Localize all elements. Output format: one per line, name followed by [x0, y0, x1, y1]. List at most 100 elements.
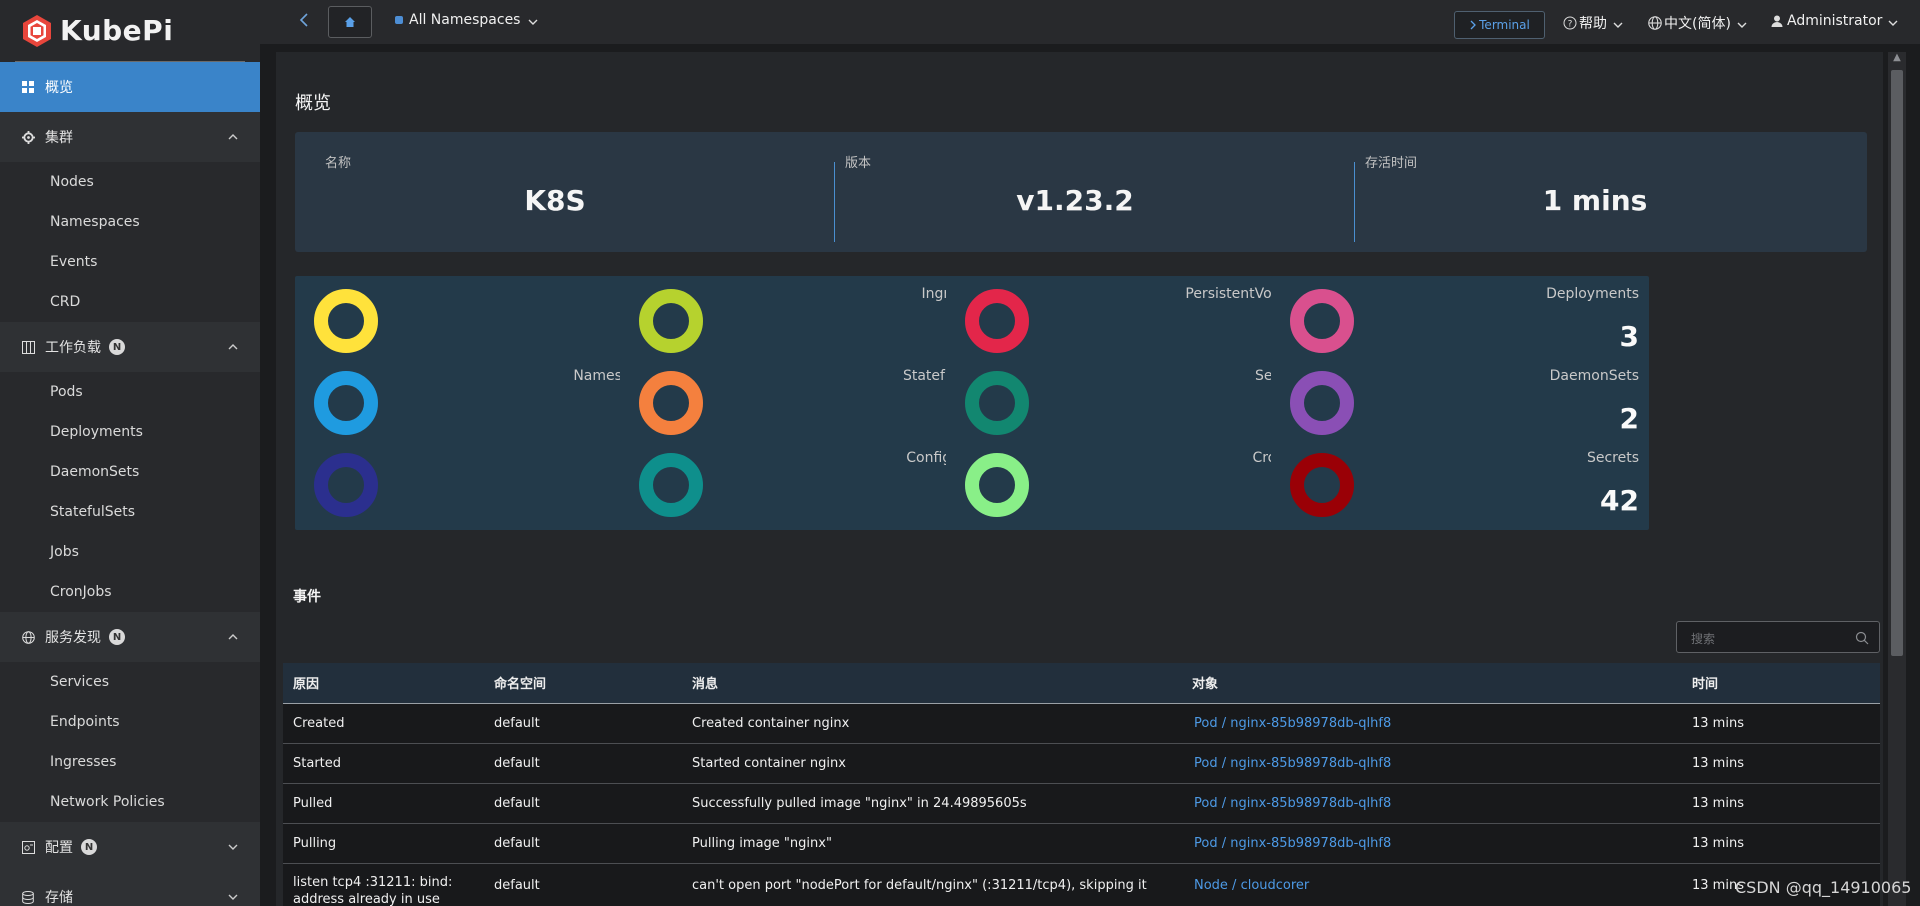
sidebar-item-services[interactable]: Services [0, 662, 260, 702]
top-header: All Namespaces Terminal ? 帮助 中文(简体) Admi… [260, 0, 1920, 44]
sidebar-item-cronjobs[interactable]: CronJobs [0, 572, 260, 612]
logo[interactable]: KubePi [15, 0, 245, 62]
sidebar-item-deployments[interactable]: Deployments [0, 412, 260, 452]
collapse-sidebar-button[interactable] [298, 12, 314, 32]
sidebar-group-label: 服务发现 [45, 630, 101, 646]
stat-value: 42 [1600, 484, 1639, 517]
stat-card-services[interactable]: Services3 [946, 358, 1324, 448]
config-icon [21, 840, 35, 854]
cluster-uptime-cell: 存活时间 1 mins [1335, 132, 1855, 252]
sidebar-group-header-cluster[interactable]: 集群 [0, 112, 260, 162]
globe-icon [21, 630, 35, 644]
sidebar-item-nodes[interactable]: Nodes [0, 162, 260, 202]
main-content: 概览 名称 K8S 版本 v1.23.2 存活时间 1 mins Nodes2I… [276, 52, 1883, 906]
sidebar-item-statefulsets[interactable]: StatefulSets [0, 492, 260, 532]
table-header-row: 原因 命名空间 消息 对象 时间 [283, 663, 1880, 704]
chevron-up-icon [228, 340, 238, 350]
sidebar-item-label: 概览 [45, 80, 73, 96]
stat-card-statefulsets[interactable]: StatefulSets0 [620, 358, 998, 448]
stat-card-nodes[interactable]: Nodes2 [295, 276, 673, 366]
events-search-input[interactable]: 搜索 [1676, 621, 1880, 653]
sidebar-item-network-policies[interactable]: Network Policies [0, 782, 260, 822]
object-link[interactable]: Pod / nginx-85b98978db-qlhf8 [1182, 703, 1682, 744]
chevron-up-icon [228, 130, 238, 140]
donut-ring-icon [965, 289, 1029, 353]
main-scrollbar-thumb[interactable] [1891, 70, 1903, 656]
cluster-name-label: 名称 [325, 156, 352, 171]
sidebar-item-namespaces[interactable]: Namespaces [0, 202, 260, 242]
stat-card-jobs[interactable]: Jobs0 [295, 440, 673, 530]
chevron-left-icon [299, 13, 308, 27]
object-link[interactable]: Pod / nginx-85b98978db-qlhf8 [1182, 823, 1682, 864]
stat-card-persistentvolumes[interactable]: PersistentVolumes0 [946, 276, 1324, 366]
language-menu[interactable]: 中文(简体) [1648, 13, 1747, 33]
object-link[interactable]: Pod / nginx-85b98978db-qlhf8 [1182, 743, 1682, 784]
question-circle-icon: ? [1563, 16, 1577, 30]
donut-ring-icon [1290, 453, 1354, 517]
reason-cell: Created [283, 703, 484, 744]
namespace-cell: default [484, 743, 682, 784]
stat-card-configmaps[interactable]: ConfigMaps11 [620, 440, 998, 530]
scroll-up-arrow-icon[interactable]: ▲ [1892, 52, 1902, 66]
sidebar-item-events[interactable]: Events [0, 242, 260, 282]
sidebar-item-overview[interactable]: 概览 [0, 62, 260, 112]
namespace-icon [395, 16, 403, 24]
namespace-selector[interactable]: All Namespaces [395, 12, 538, 28]
message-cell: Pulling image "nginx" [682, 823, 1182, 864]
donut-ring-icon [314, 289, 378, 353]
language-menu-label: 中文(简体) [1664, 16, 1731, 32]
terminal-button[interactable]: Terminal [1454, 11, 1545, 39]
column-header-time[interactable]: 时间 [1682, 663, 1880, 704]
stat-card-secrets[interactable]: Secrets 42 [1271, 440, 1649, 530]
sidebar-group-header-storage[interactable]: 存储 [0, 872, 260, 906]
stat-card-deployments[interactable]: Deployments 3 [1271, 276, 1649, 366]
home-button[interactable] [328, 6, 372, 38]
sidebar-group-workloads: 工作负载 N Pods Deployments DaemonSets State… [0, 322, 260, 612]
sidebar-item-ingresses[interactable]: Ingresses [0, 742, 260, 782]
reason-cell: Started [283, 743, 484, 784]
chevron-down-icon [528, 15, 538, 25]
object-link[interactable]: Node / cloudcorer [1182, 863, 1682, 906]
column-header-message[interactable]: 消息 [682, 663, 1182, 704]
sidebar-group-header-config[interactable]: 配置 N [0, 822, 260, 872]
search-placeholder: 搜索 [1691, 632, 1716, 646]
namespace-cell: default [484, 823, 682, 864]
sidebar-item-crd[interactable]: CRD [0, 282, 260, 322]
stat-card-cronjobs[interactable]: CronJobs0 [946, 440, 1324, 530]
column-header-namespace[interactable]: 命名空间 [484, 663, 682, 704]
logo-text: KubePi [60, 14, 174, 47]
reason-cell: Pulling [283, 823, 484, 864]
column-header-reason[interactable]: 原因 [283, 663, 484, 704]
message-cell: can't open port "nodePort for default/ng… [682, 863, 1182, 906]
sidebar-item-jobs[interactable]: Jobs [0, 532, 260, 572]
sidebar-item-daemonsets[interactable]: DaemonSets [0, 452, 260, 492]
sidebar-group-service-discovery: 服务发现 N Services Endpoints Ingresses Netw… [0, 612, 260, 822]
donut-ring-icon [965, 453, 1029, 517]
stat-value: 3 [1619, 320, 1639, 353]
sidebar-group-cluster: 集群 Nodes Namespaces Events CRD [0, 112, 260, 322]
globe-icon [1648, 16, 1662, 30]
time-cell: 13 mins [1682, 823, 1880, 864]
sidebar-item-pods[interactable]: Pods [0, 372, 260, 412]
user-icon [1771, 15, 1783, 27]
help-menu[interactable]: ? 帮助 [1563, 13, 1623, 33]
object-link[interactable]: Pod / nginx-85b98978db-qlhf8 [1182, 783, 1682, 824]
sidebar-item-endpoints[interactable]: Endpoints [0, 702, 260, 742]
cluster-version-value: v1.23.2 [1016, 184, 1134, 217]
stat-card-daemonsets[interactable]: DaemonSets 2 [1271, 358, 1649, 448]
user-menu[interactable]: Administrator [1771, 13, 1898, 29]
table-row: Started default Started container nginx Pod… [283, 743, 1880, 784]
donut-ring-icon [639, 453, 703, 517]
cluster-version-label: 版本 [845, 156, 872, 171]
column-header-object[interactable]: 对象 [1182, 663, 1682, 704]
donut-ring-icon [1290, 371, 1354, 435]
stat-card-namespaces[interactable]: Namespaces4 [295, 358, 673, 448]
watermark: CSDN @qq_14910065 [1735, 878, 1912, 897]
sidebar-group-header-workloads[interactable]: 工作负载 N [0, 322, 260, 372]
chevron-down-icon [1613, 18, 1623, 28]
chevron-down-icon [1737, 18, 1747, 28]
sidebar-group-header-service-discovery[interactable]: 服务发现 N [0, 612, 260, 662]
sidebar-group-storage: 存储 [0, 872, 260, 906]
donut-ring-icon [639, 371, 703, 435]
stat-card-ingresses[interactable]: Ingresses0 [620, 276, 998, 366]
